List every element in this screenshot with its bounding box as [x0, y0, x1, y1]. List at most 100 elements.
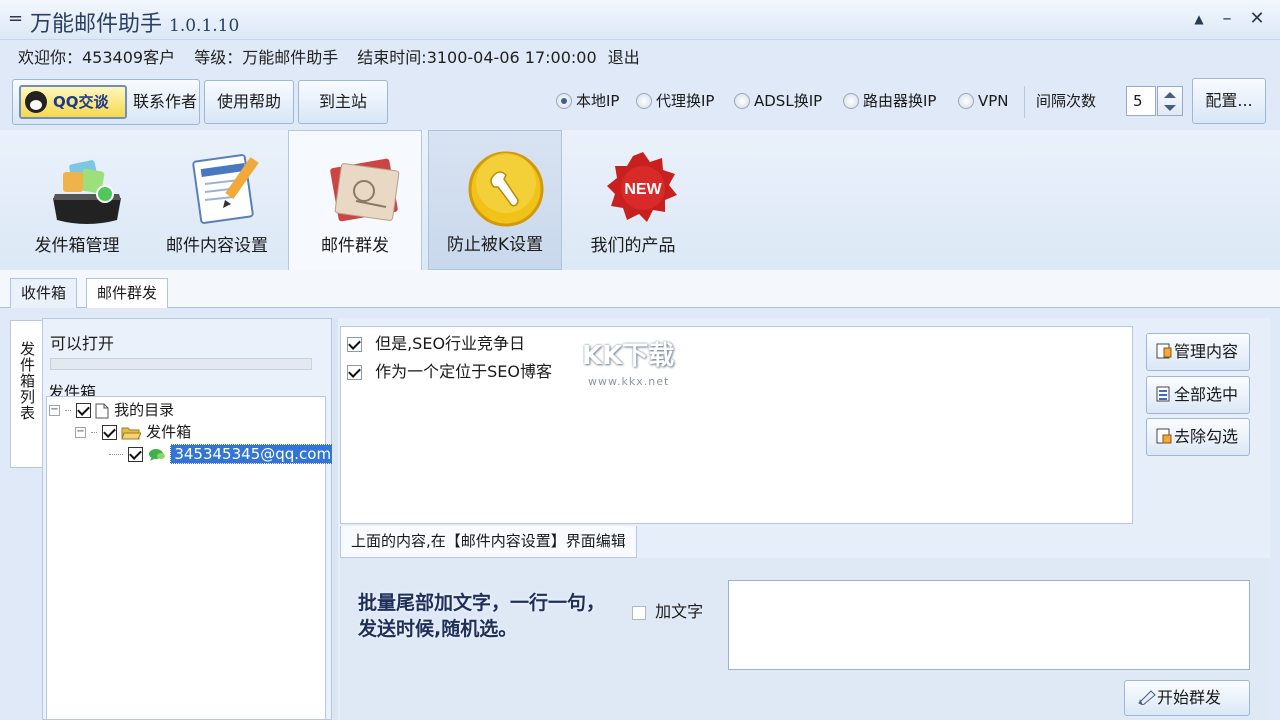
folder-icon: [121, 427, 143, 439]
app-version: 1.0.1.10: [169, 16, 240, 36]
sub-tab-bar: [0, 270, 1280, 308]
vertical-tab-label: 发件箱列表: [18, 341, 36, 421]
uncheck-all-button[interactable]: 去除勾选: [1146, 418, 1250, 456]
restore-button[interactable]: –: [1214, 8, 1240, 30]
welcome-text: 欢迎你：453409客户: [18, 48, 176, 67]
chat-bubble-icon: [148, 448, 165, 461]
add-text-checkbox[interactable]: 加文字: [632, 598, 703, 622]
radio-proxy-ip[interactable]: 代理换IP: [636, 88, 714, 114]
nav-tab-anti-block-settings[interactable]: 防止被K设置: [428, 130, 562, 270]
progress-bar: [50, 358, 312, 370]
interval-input[interactable]: 5: [1126, 86, 1156, 116]
user-info-line: 欢迎你：453409客户 等级：万能邮件助手 结束时间:3100-04-06 1…: [18, 44, 654, 70]
tree-checkbox[interactable]: [127, 447, 143, 462]
radio-dot-icon: [958, 92, 974, 109]
send-icon: [1138, 689, 1156, 706]
radio-label: 本地IP: [576, 92, 620, 110]
checkbox-label: 加文字: [655, 602, 704, 621]
tree-checkbox[interactable]: [75, 403, 91, 418]
can-open-label: 可以打开: [50, 334, 115, 353]
checkbox-box[interactable]: [632, 605, 646, 620]
button-label: 全部选中: [1174, 385, 1239, 404]
radio-label: VPN: [978, 92, 1009, 110]
button-label: 开始群发: [1157, 688, 1222, 707]
envelope-icon: [330, 158, 400, 222]
manage-content-icon: [1156, 343, 1172, 358]
wrench-icon: [468, 151, 544, 227]
nav-tab-label: 发件箱管理: [34, 236, 120, 256]
nav-tab-content-settings[interactable]: 邮件内容设置: [150, 130, 284, 270]
tail-text-description: 批量尾部加文字，一行一句，发送时候,随机选。: [358, 592, 606, 640]
radio-dot-icon: [734, 92, 750, 109]
home-site-button[interactable]: 到主站: [298, 80, 388, 124]
list-item[interactable]: 作为一个定位于SEO博客: [347, 359, 552, 385]
interval-spinner[interactable]: [1157, 86, 1183, 116]
toolbar-divider: [1024, 86, 1025, 118]
nav-tab-bulk-mail[interactable]: 邮件群发: [288, 130, 422, 270]
list-item-checkbox[interactable]: [347, 365, 362, 380]
nav-tab-our-products[interactable]: NEW 我们的产品: [566, 130, 700, 270]
tail-text-input[interactable]: [728, 580, 1250, 670]
radio-adsl-ip[interactable]: ADSL换IP: [734, 88, 822, 114]
tree-node-root[interactable]: − 我的目录: [49, 399, 174, 421]
tree-node-label: 我的目录: [114, 401, 175, 419]
config-button[interactable]: 配置...: [1192, 78, 1266, 124]
tab-bulk-mail[interactable]: 邮件群发: [86, 278, 169, 308]
radio-dot-icon: [843, 92, 859, 109]
nav-tab-label: 邮件群发: [321, 236, 389, 256]
spinner-down-icon[interactable]: [1164, 105, 1176, 111]
watermark-url: www.kkx.net: [588, 375, 670, 388]
radio-dot-icon: [556, 92, 572, 109]
document-edit-icon: [192, 154, 259, 224]
app-name: 万能邮件助手: [30, 12, 163, 37]
content-checklist: 但是,SEO行业竞争日 作为一个定位于SEO博客: [340, 326, 1133, 524]
exit-link[interactable]: 退出: [608, 48, 640, 67]
tab-inbox[interactable]: 收件箱: [10, 278, 78, 308]
button-label: 去除勾选: [1174, 427, 1239, 446]
qq-chat-button[interactable]: QQ交谈: [19, 85, 127, 119]
radio-label: 代理换IP: [656, 92, 715, 110]
nav-tab-outbox-manage[interactable]: 发件箱管理: [10, 130, 144, 270]
new-badge-text: NEW: [624, 181, 662, 198]
start-bulk-send-button[interactable]: 开始群发: [1124, 680, 1250, 716]
list-item-checkbox[interactable]: [347, 337, 362, 352]
outbox-list-vertical-tab[interactable]: 发件箱列表: [10, 320, 42, 468]
radio-vpn[interactable]: VPN: [958, 88, 1009, 114]
end-time-text: 结束时间:3100-04-06 17:00:00: [357, 48, 597, 67]
help-button[interactable]: 使用帮助: [204, 80, 294, 124]
radio-label: 路由器换IP: [863, 92, 937, 110]
minimize-button[interactable]: ▲: [1186, 8, 1212, 30]
outbox-tree: − 我的目录 − 发件箱 345345345@qq.com: [46, 396, 336, 720]
tree-node-account[interactable]: 345345345@qq.com: [109, 443, 336, 465]
new-badge-icon: NEW: [607, 152, 677, 222]
nav-tab-label: 我们的产品: [590, 236, 676, 256]
qq-penguin-icon: [25, 91, 47, 113]
uncheck-icon: [1156, 428, 1172, 443]
radio-label: ADSL换IP: [754, 92, 823, 110]
edit-note-tab: 上面的内容,在【邮件内容设置】界面编辑: [340, 526, 637, 558]
title-bar: = 万能邮件助手 1.0.1.10 ▲ – ✕: [0, 0, 1280, 40]
select-all-button[interactable]: 全部选中: [1146, 376, 1250, 414]
spinner-up-icon[interactable]: [1164, 92, 1176, 98]
system-menu-icon[interactable]: =: [8, 8, 23, 29]
contact-author-link[interactable]: 联系作者: [133, 80, 197, 124]
manage-content-button[interactable]: 管理内容: [1146, 333, 1250, 371]
outbox-manage-icon: [53, 160, 121, 224]
button-label: 管理内容: [1174, 342, 1239, 361]
collapse-icon[interactable]: −: [49, 405, 60, 416]
nav-tab-label: 防止被K设置: [446, 235, 544, 255]
radio-router-ip[interactable]: 路由器换IP: [843, 88, 936, 114]
tree-node-outbox[interactable]: − 发件箱: [75, 421, 191, 443]
close-button[interactable]: ✕: [1244, 8, 1270, 30]
collapse-icon[interactable]: −: [75, 427, 86, 438]
nav-tab-label: 邮件内容设置: [166, 236, 268, 256]
tree-node-label: 发件箱: [146, 423, 192, 441]
interval-label: 间隔次数: [1036, 92, 1097, 110]
list-item-text: 但是,SEO行业竞争日: [375, 334, 526, 353]
selected-account-label: 345345345@qq.com: [170, 444, 336, 464]
watermark-logo: KK下载: [582, 341, 675, 371]
radio-local-ip[interactable]: 本地IP: [556, 88, 619, 114]
window-title: 万能邮件助手 1.0.1.10: [30, 6, 239, 38]
list-item[interactable]: 但是,SEO行业竞争日: [347, 331, 525, 357]
tree-checkbox[interactable]: [101, 425, 117, 440]
